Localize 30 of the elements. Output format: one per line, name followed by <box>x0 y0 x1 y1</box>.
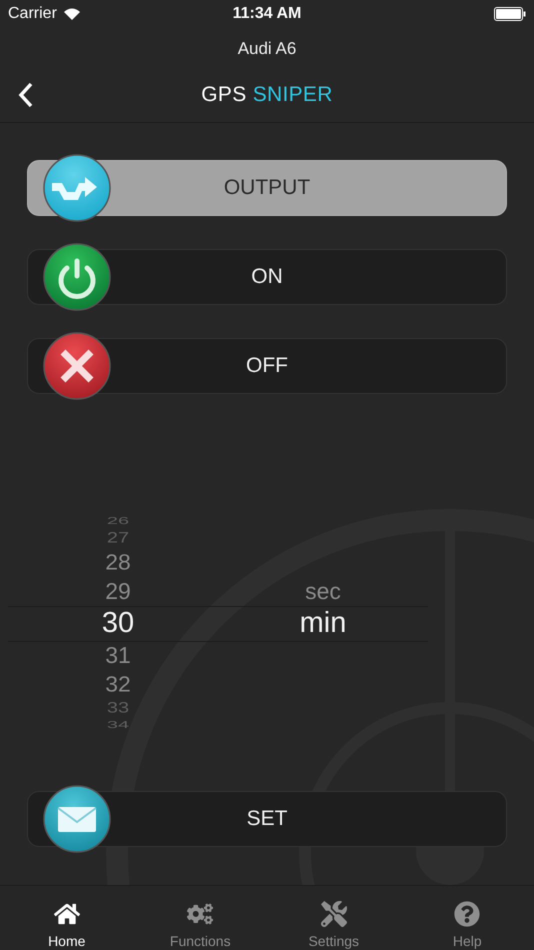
picker-item[interactable]: min <box>300 608 346 638</box>
tab-item[interactable]: Settings <box>267 886 400 950</box>
tab-item[interactable]: Home <box>0 886 134 950</box>
wifi-icon <box>62 7 81 21</box>
picker-item[interactable]: 31 <box>105 644 131 666</box>
tab-item[interactable]: Help <box>400 886 534 950</box>
picker-item[interactable]: 34 <box>106 720 130 730</box>
picker-item[interactable]: 33 <box>106 700 130 716</box>
picker-item[interactable]: 30 <box>102 608 134 638</box>
chevron-left-icon <box>18 82 34 108</box>
output-icon <box>43 154 111 222</box>
gears-icon <box>187 901 214 927</box>
picker-item[interactable]: 26 <box>106 516 130 526</box>
mail-icon <box>43 785 111 853</box>
picker-item[interactable]: 27 <box>106 530 130 546</box>
power-icon <box>43 243 111 311</box>
picker-item[interactable]: 32 <box>105 673 131 695</box>
home-icon <box>54 901 80 927</box>
tools-icon <box>320 901 347 927</box>
tab-item[interactable]: Functions <box>134 886 267 950</box>
picker-item[interactable]: 29 <box>105 580 131 602</box>
picker-item[interactable]: sec <box>305 580 341 602</box>
carrier-name: Carrier <box>8 5 57 23</box>
help-icon <box>454 901 480 927</box>
picker-item[interactable]: 28 <box>105 551 131 573</box>
close-icon <box>43 332 111 400</box>
status-time: 11:34 AM <box>232 5 302 23</box>
battery-icon <box>494 7 526 21</box>
vehicle-name: Audi A6 <box>238 39 296 58</box>
screen-title: GPS SNIPER <box>201 83 333 107</box>
